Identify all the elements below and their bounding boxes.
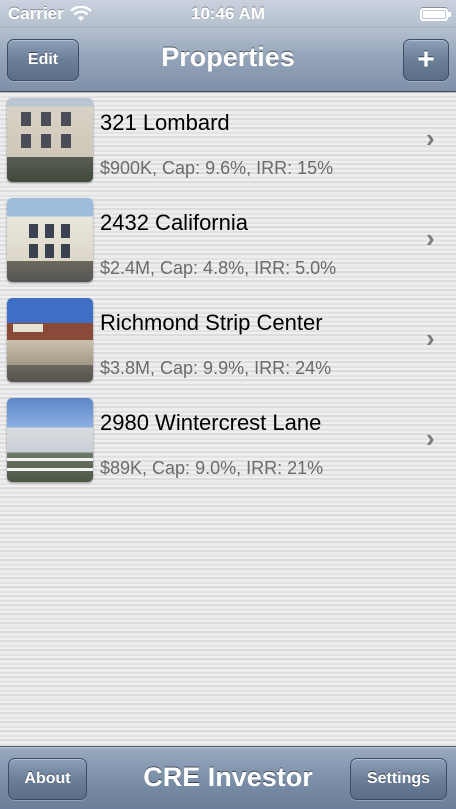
chevron-right-icon: › [426,223,435,253]
property-list: 321 Lombard $900K, Cap: 9.6%, IRR: 15% ›… [0,93,456,746]
nav-bar: Edit Properties + [0,28,456,92]
status-left: Carrier [8,4,92,24]
property-thumbnail [7,198,93,282]
chevron-right-icon: › [426,423,435,453]
chevron-right-icon: › [426,323,435,353]
property-name: 321 Lombard [100,110,230,135]
add-property-button[interactable]: + [403,39,449,81]
settings-button[interactable]: Settings [350,758,447,800]
status-bar: Carrier 10:46 AM [0,0,456,28]
property-name: 2432 California [100,210,248,235]
page-title: Properties [161,42,295,72]
property-row-2980-wintercrest-lane[interactable]: 2980 Wintercrest Lane $89K, Cap: 9.0%, I… [0,393,456,493]
wifi-icon [69,6,92,21]
chevron-right-icon: › [426,123,435,153]
property-details: $2.4M, Cap: 4.8%, IRR: 5.0% [100,258,337,278]
property-details: $89K, Cap: 9.0%, IRR: 21% [100,458,324,478]
property-row-321-lombard[interactable]: 321 Lombard $900K, Cap: 9.6%, IRR: 15% › [0,93,456,193]
bottom-toolbar: About CRE Investor Settings [0,746,456,809]
property-details: $3.8M, Cap: 9.9%, IRR: 24% [100,358,332,378]
battery-icon [420,7,451,21]
property-row-2432-california[interactable]: 2432 California $2.4M, Cap: 4.8%, IRR: 5… [0,193,456,293]
property-thumbnail [7,98,93,182]
property-name: Richmond Strip Center [100,310,323,335]
property-row-richmond-strip-center[interactable]: Richmond Strip Center $3.8M, Cap: 9.9%, … [0,293,456,393]
property-details: $900K, Cap: 9.6%, IRR: 15% [100,158,334,178]
property-thumbnail [7,398,93,482]
property-name: 2980 Wintercrest Lane [100,410,322,435]
carrier-label: Carrier [8,4,64,23]
property-thumbnail [7,298,93,382]
